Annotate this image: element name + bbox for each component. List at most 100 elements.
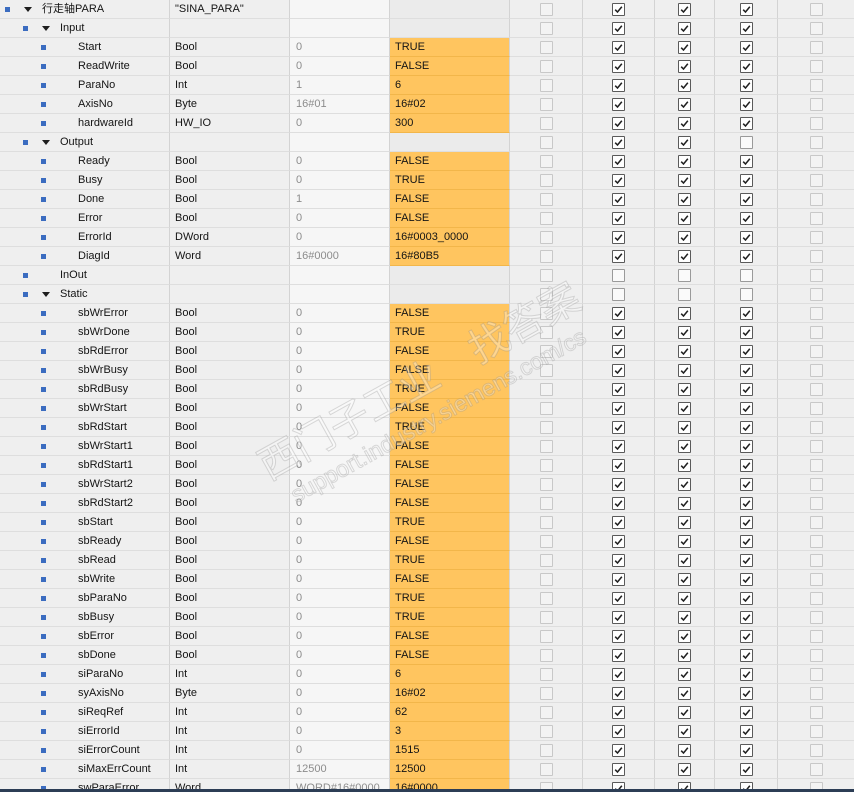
table-row[interactable]: sbWrStart2 Bool 0 FALSE (0, 475, 854, 494)
name-cell[interactable]: Output (0, 133, 170, 152)
start-value-cell[interactable]: 0 (290, 323, 390, 342)
flag-checkbox-4[interactable] (739, 211, 753, 225)
name-cell[interactable]: Input (0, 19, 170, 38)
flag-checkbox-4[interactable] (739, 458, 753, 472)
flag-checkbox-3[interactable] (678, 496, 691, 510)
table-row[interactable]: sbRdStart1 Bool 0 FALSE (0, 456, 854, 475)
flag-checkbox-3[interactable] (678, 59, 691, 73)
flag-checkbox-2[interactable] (612, 116, 625, 130)
flag-checkbox-4[interactable] (739, 287, 753, 301)
flag-checkbox-3[interactable] (678, 40, 691, 54)
flag-checkbox-4[interactable] (739, 325, 753, 339)
flag-checkbox-2[interactable] (612, 268, 625, 282)
table-row[interactable]: sbRdStart2 Bool 0 FALSE (0, 494, 854, 513)
flag-checkbox-2[interactable] (612, 439, 625, 453)
flag-checkbox-3[interactable] (678, 553, 691, 567)
flag-checkbox-3[interactable] (678, 420, 691, 434)
section-row[interactable]: 行走轴PARA "SINA_PARA" (0, 0, 854, 19)
start-value-cell[interactable]: 0 (290, 399, 390, 418)
name-cell[interactable]: sbRdBusy (0, 380, 170, 399)
flag-checkbox-2[interactable] (612, 743, 625, 757)
start-value-cell[interactable]: 0 (290, 741, 390, 760)
flag-checkbox-4[interactable] (739, 743, 753, 757)
flag-checkbox-3[interactable] (678, 192, 691, 206)
start-value-cell[interactable]: 0 (290, 627, 390, 646)
table-row[interactable]: hardwareId HW_IO 0 300 (0, 114, 854, 133)
name-cell[interactable]: syAxisNo (0, 684, 170, 703)
start-value-cell[interactable]: 16#0000 (290, 247, 390, 266)
start-value-cell[interactable]: 16#01 (290, 95, 390, 114)
flag-checkbox-2[interactable] (612, 553, 625, 567)
start-value-cell[interactable]: 1 (290, 76, 390, 95)
start-value-cell[interactable]: 0 (290, 456, 390, 475)
flag-checkbox-2[interactable] (612, 591, 625, 605)
start-value-cell[interactable]: 0 (290, 171, 390, 190)
flag-checkbox-4[interactable] (739, 781, 753, 789)
name-cell[interactable]: siMaxErrCount (0, 760, 170, 779)
flag-checkbox-4[interactable] (739, 154, 753, 168)
name-cell[interactable]: sbRdError (0, 342, 170, 361)
name-cell[interactable]: sbParaNo (0, 589, 170, 608)
flag-checkbox-3[interactable] (678, 667, 691, 681)
flag-checkbox-2[interactable] (612, 724, 625, 738)
table-row[interactable]: siErrorId Int 0 3 (0, 722, 854, 741)
start-value-cell[interactable]: 0 (290, 437, 390, 456)
start-value-cell[interactable] (290, 0, 390, 19)
table-row[interactable]: swParaError Word WORD#16#0000 16#0000 (0, 779, 854, 789)
flag-checkbox-4[interactable] (739, 477, 753, 491)
name-cell[interactable]: sbWrite (0, 570, 170, 589)
start-value-cell[interactable]: 0 (290, 228, 390, 247)
flag-checkbox-3[interactable] (678, 21, 691, 35)
flag-checkbox-2[interactable] (612, 363, 625, 377)
flag-checkbox-2[interactable] (612, 629, 625, 643)
name-cell[interactable]: ReadWrite (0, 57, 170, 76)
start-value-cell[interactable]: 0 (290, 304, 390, 323)
table-row[interactable]: syAxisNo Byte 0 16#02 (0, 684, 854, 703)
flag-checkbox-2[interactable] (612, 97, 625, 111)
start-value-cell[interactable]: 0 (290, 380, 390, 399)
flag-checkbox-2[interactable] (612, 249, 625, 263)
start-value-cell[interactable] (290, 19, 390, 38)
table-row[interactable]: sbRead Bool 0 TRUE (0, 551, 854, 570)
table-row[interactable]: sbReady Bool 0 FALSE (0, 532, 854, 551)
flag-checkbox-2[interactable] (612, 686, 625, 700)
flag-checkbox-2[interactable] (612, 325, 625, 339)
start-value-cell[interactable]: 0 (290, 513, 390, 532)
flag-checkbox-2[interactable] (612, 401, 625, 415)
name-cell[interactable]: sbReady (0, 532, 170, 551)
table-row[interactable]: Start Bool 0 TRUE (0, 38, 854, 57)
flag-checkbox-4[interactable] (739, 78, 753, 92)
flag-checkbox-4[interactable] (739, 762, 753, 776)
name-cell[interactable]: sbWrStart (0, 399, 170, 418)
name-cell[interactable]: siParaNo (0, 665, 170, 684)
table-row[interactable]: sbWrDone Bool 0 TRUE (0, 323, 854, 342)
section-row[interactable]: Input (0, 19, 854, 38)
start-value-cell[interactable]: 0 (290, 532, 390, 551)
name-cell[interactable]: hardwareId (0, 114, 170, 133)
table-row[interactable]: sbWrStart1 Bool 0 FALSE (0, 437, 854, 456)
triangle-down-icon[interactable] (24, 7, 32, 12)
name-cell[interactable]: sbDone (0, 646, 170, 665)
name-cell[interactable]: sbRdStart (0, 418, 170, 437)
flag-checkbox-4[interactable] (739, 667, 753, 681)
flag-checkbox-2[interactable] (612, 458, 625, 472)
start-value-cell[interactable]: 0 (290, 57, 390, 76)
start-value-cell[interactable]: 1 (290, 190, 390, 209)
start-value-cell[interactable]: 0 (290, 152, 390, 171)
flag-checkbox-3[interactable] (678, 610, 691, 624)
table-row[interactable]: sbRdBusy Bool 0 TRUE (0, 380, 854, 399)
name-cell[interactable]: sbWrStart2 (0, 475, 170, 494)
start-value-cell[interactable]: 0 (290, 494, 390, 513)
start-value-cell[interactable]: 0 (290, 703, 390, 722)
section-row[interactable]: Static (0, 285, 854, 304)
flag-checkbox-2[interactable] (612, 477, 625, 491)
name-cell[interactable]: Static (0, 285, 170, 304)
flag-checkbox-4[interactable] (739, 249, 753, 263)
table-row[interactable]: Busy Bool 0 TRUE (0, 171, 854, 190)
name-cell[interactable]: Ready (0, 152, 170, 171)
name-cell[interactable]: sbRdStart2 (0, 494, 170, 513)
flag-checkbox-2[interactable] (612, 648, 625, 662)
flag-checkbox-4[interactable] (739, 515, 753, 529)
name-cell[interactable]: Done (0, 190, 170, 209)
flag-checkbox-3[interactable] (678, 135, 691, 149)
